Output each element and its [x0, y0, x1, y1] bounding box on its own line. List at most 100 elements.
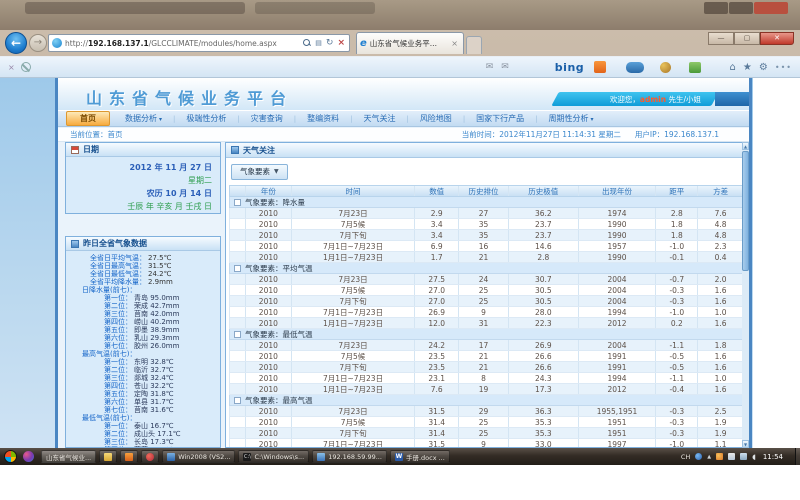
- taskbar-button-word[interactable]: W手册.docx ...: [390, 450, 450, 463]
- browser-tab[interactable]: e 山东省气候业务平... ×: [356, 32, 464, 54]
- tray-app-icon[interactable]: [23, 451, 34, 462]
- table-row: 20107月1日~7月23日6.91614.61957-1.02.3: [229, 241, 744, 252]
- menu-item-4[interactable]: 灾害查询: [240, 111, 294, 126]
- toolbar-close-icon[interactable]: ×: [8, 63, 15, 72]
- taskbar-button-ie[interactable]: e山东省气候业...: [41, 450, 96, 463]
- table-cell: -0.1: [656, 252, 698, 262]
- menu-item-2[interactable]: 数据分析▾: [114, 111, 173, 126]
- search-icon[interactable]: [303, 39, 311, 47]
- favorites-star-icon[interactable]: ★: [743, 62, 752, 73]
- rank-value: 崂山 40.2mm: [132, 318, 179, 326]
- minimize-button[interactable]: —: [708, 32, 734, 45]
- element-dropdown-button[interactable]: 气象要素▼: [231, 164, 288, 180]
- show-desktop-button[interactable]: [795, 448, 800, 465]
- table-cell: 26.6: [509, 362, 579, 372]
- group-label: 气象要素：最低气温: [245, 329, 313, 340]
- menu-item-9[interactable]: 周期性分析▾: [538, 111, 605, 126]
- scrollbar-thumb[interactable]: [742, 151, 749, 271]
- taskbar-clock[interactable]: 11:54: [763, 453, 783, 461]
- gold-addon-icon[interactable]: [660, 62, 671, 73]
- table-group-row[interactable]: 气象要素：降水量: [229, 197, 744, 208]
- more-options-icon[interactable]: •••: [775, 63, 792, 72]
- table-cell: 24.3: [509, 373, 579, 383]
- url-host: 192.168.137.1: [88, 39, 149, 48]
- stop-icon[interactable]: ×: [337, 38, 345, 48]
- rank-label: 第三位：: [68, 374, 132, 382]
- page-scrollbar[interactable]: ▲ ▼: [742, 142, 749, 448]
- mail-icon[interactable]: ✉: [486, 62, 494, 72]
- taskbar-button-cmd[interactable]: C:\C:\Windows\s...: [238, 450, 309, 463]
- taskbar-button-folder[interactable]: [99, 450, 117, 463]
- hidden-icons-arrow[interactable]: ▲: [707, 454, 711, 460]
- new-tab-button[interactable]: [466, 36, 482, 54]
- group-label: 气象要素：降水量: [245, 197, 305, 208]
- maximize-button[interactable]: ▢: [734, 32, 760, 45]
- send-mail-icon[interactable]: ✉: [501, 62, 509, 72]
- table-cell: 1955,1951: [579, 406, 657, 416]
- table-cell: 1990: [579, 252, 657, 262]
- taskbar-button-vm[interactable]: Win2008 (VS2...: [162, 450, 235, 463]
- table-group-row[interactable]: 气象要素：平均气温: [229, 263, 744, 274]
- menu-item-1[interactable]: 首页: [66, 111, 110, 126]
- forward-button[interactable]: →: [29, 34, 47, 52]
- ranking-line: 第一位：青岛 95.0mm: [68, 294, 218, 302]
- rank-label: 第二位：: [68, 366, 132, 374]
- network-icon[interactable]: [740, 453, 747, 460]
- refresh-icon[interactable]: ↻: [326, 38, 334, 48]
- tray-blue-icon[interactable]: [695, 453, 702, 460]
- home-icon[interactable]: ⌂: [730, 62, 736, 73]
- compatibility-view-icon[interactable]: ▤: [315, 39, 322, 47]
- tray-orange-icon[interactable]: [716, 453, 723, 460]
- scroll-down-arrow[interactable]: ▼: [742, 440, 749, 448]
- orange-app-icon[interactable]: [594, 61, 606, 73]
- table-cell: 29: [459, 406, 509, 416]
- group-checkbox[interactable]: [234, 199, 241, 206]
- taskbar-button-app-red[interactable]: [141, 450, 159, 463]
- table-group-row[interactable]: 气象要素：最高气温: [229, 395, 744, 406]
- menu-item-3[interactable]: 极端性分析: [175, 111, 237, 126]
- tab-close-icon[interactable]: ×: [449, 39, 460, 48]
- weather-watch-panel: 天气关注 气象要素▼ 年份时间数值历史排位历史极值出现年份距平方差气象要素：降水…: [225, 142, 748, 448]
- table-cell: -0.7: [656, 274, 698, 284]
- address-bar[interactable]: http://192.168.137.1/GLCCLIMATE/modules/…: [48, 34, 350, 52]
- start-button[interactable]: [4, 450, 17, 463]
- table-cell: 3.4: [415, 219, 459, 229]
- group-checkbox[interactable]: [234, 265, 241, 272]
- close-button[interactable]: ✕: [760, 32, 794, 45]
- rank-label: 第一位：: [68, 294, 132, 302]
- summary-line: 全省日平均气温：27.5℃: [68, 254, 218, 262]
- table-cell: 2.8: [509, 252, 579, 262]
- action-center-flag-icon[interactable]: [728, 453, 735, 460]
- green-addon-icon[interactable]: [689, 62, 701, 73]
- welcome-ribbon-block: [715, 92, 749, 106]
- taskbar-button-rdp[interactable]: 192.168.59.99...: [312, 450, 387, 463]
- table-cell: 30.5: [509, 285, 579, 295]
- menu-item-7[interactable]: 风险地图: [409, 111, 463, 126]
- table-cell: 24.2: [415, 340, 459, 350]
- table-cell: 1.8: [656, 219, 698, 229]
- group-checkbox[interactable]: [234, 331, 241, 338]
- rank-value: 胶州 26.0mm: [132, 342, 179, 350]
- language-indicator[interactable]: CH: [681, 453, 690, 461]
- volume-icon[interactable]: ◖: [752, 453, 756, 461]
- table-cell: 2010: [246, 439, 292, 448]
- table-cell: 4.8: [698, 219, 743, 229]
- group-checkbox[interactable]: [234, 397, 241, 404]
- scroll-up-arrow[interactable]: ▲: [742, 142, 749, 150]
- rank-value: 郯城 32.4℃: [132, 374, 174, 382]
- chevron-down-icon: ▾: [159, 116, 162, 123]
- menu-item-6[interactable]: 天气关注: [352, 111, 406, 126]
- back-button[interactable]: ←: [5, 32, 27, 54]
- rank-value: 苍山 32.2℃: [132, 382, 174, 390]
- blue-addon-icon[interactable]: [626, 62, 644, 73]
- rank-value: 泰山 16.7℃: [132, 422, 174, 430]
- table-cell: 7月1日~7月23日: [292, 307, 416, 317]
- table-group-row[interactable]: 气象要素：最低气温: [229, 329, 744, 340]
- table-cell: 30.7: [509, 274, 579, 284]
- menu-item-8[interactable]: 国家下行产品: [465, 111, 535, 126]
- taskbar-button-app-orange[interactable]: [120, 450, 138, 463]
- tools-gear-icon[interactable]: ⚙: [759, 62, 768, 73]
- menu-item-5[interactable]: 整编资料: [296, 111, 350, 126]
- taskbar-button-label: 手册.docx ...: [406, 452, 445, 462]
- table-cell: 0.4: [698, 252, 743, 262]
